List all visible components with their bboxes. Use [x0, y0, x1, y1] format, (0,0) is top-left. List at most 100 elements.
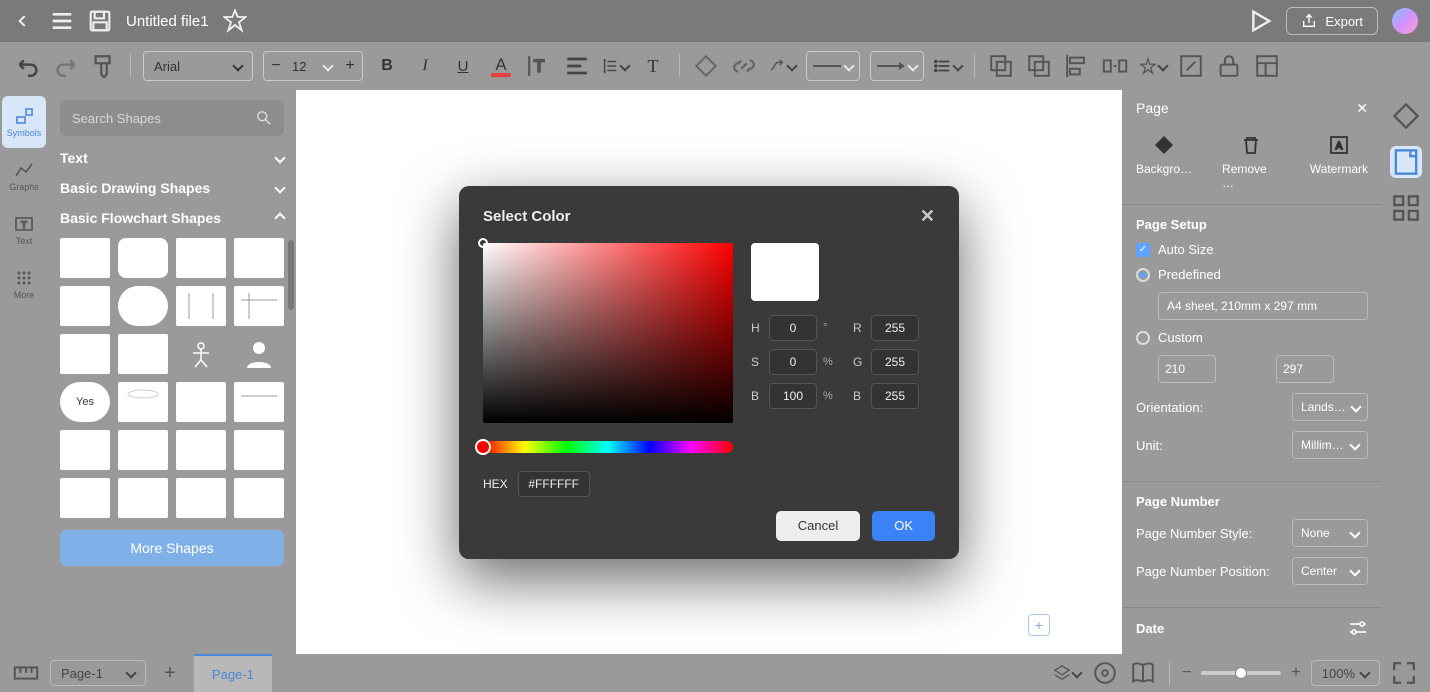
- custom-width-input[interactable]: [1158, 355, 1216, 383]
- shape-user[interactable]: [234, 334, 284, 374]
- r-input[interactable]: [871, 315, 919, 341]
- auto-size-row[interactable]: ✓ Auto Size: [1136, 242, 1368, 257]
- save-icon[interactable]: [88, 9, 112, 33]
- user-avatar[interactable]: [1392, 8, 1418, 34]
- text-tool-button[interactable]: T: [639, 52, 667, 80]
- favorite-star-icon[interactable]: [223, 9, 247, 33]
- unit-select[interactable]: Millim…: [1292, 431, 1368, 459]
- ruler-icon[interactable]: [12, 659, 40, 687]
- align-button[interactable]: [563, 52, 591, 80]
- effects-icon[interactable]: [1139, 52, 1167, 80]
- format-painter-icon[interactable]: [90, 52, 118, 80]
- shape-document[interactable]: [234, 238, 284, 278]
- font-size-value[interactable]: 12: [288, 59, 324, 74]
- pn-pos-select[interactable]: Center: [1292, 557, 1368, 585]
- bring-front-icon[interactable]: [987, 52, 1015, 80]
- auto-size-checkbox[interactable]: ✓: [1136, 243, 1150, 257]
- link-button[interactable]: [730, 52, 758, 80]
- zoom-slider[interactable]: [1201, 671, 1281, 675]
- shape-manual-input[interactable]: [176, 430, 226, 470]
- font-family-select[interactable]: Arial: [143, 51, 253, 81]
- zoom-thumb[interactable]: [1235, 667, 1247, 679]
- sidebar-tool-graphs[interactable]: Graphs: [2, 150, 46, 202]
- custom-row[interactable]: Custom: [1136, 330, 1368, 345]
- zoom-select[interactable]: 100%: [1311, 660, 1380, 686]
- edit-icon[interactable]: [1177, 52, 1205, 80]
- export-button[interactable]: Export: [1286, 7, 1378, 35]
- shape-parallelogram[interactable]: [60, 286, 110, 326]
- fill-button[interactable]: [692, 52, 720, 80]
- shape-stored-data[interactable]: [234, 382, 284, 422]
- font-size-decrease[interactable]: −: [264, 57, 288, 75]
- send-back-icon[interactable]: [1025, 52, 1053, 80]
- shape-person[interactable]: [176, 334, 226, 374]
- custom-radio[interactable]: [1136, 331, 1150, 345]
- search-shapes-input[interactable]: [60, 100, 284, 136]
- lock-icon[interactable]: [1215, 52, 1243, 80]
- shape-process[interactable]: [60, 238, 110, 278]
- play-icon[interactable]: [1248, 9, 1272, 33]
- settings-toggle-icon[interactable]: [1348, 620, 1368, 636]
- pn-style-select[interactable]: None: [1292, 519, 1368, 547]
- page-dropdown[interactable]: Page-1: [50, 660, 146, 686]
- rs-apps-icon[interactable]: [1390, 192, 1422, 224]
- shape-ellipse[interactable]: [60, 334, 110, 374]
- ok-button[interactable]: OK: [872, 511, 935, 541]
- sidebar-tool-more[interactable]: More: [2, 258, 46, 310]
- distribute-icon[interactable]: [1101, 52, 1129, 80]
- category-basic-flowchart[interactable]: Basic Flowchart Shapes: [60, 210, 284, 226]
- search-input[interactable]: [72, 111, 248, 126]
- shape-tape[interactable]: [60, 478, 110, 518]
- hex-input[interactable]: [518, 471, 590, 497]
- shape-internal-storage[interactable]: [234, 286, 284, 326]
- page-layout-icon[interactable]: [1253, 52, 1281, 80]
- more-shapes-button[interactable]: More Shapes: [60, 530, 284, 566]
- line-spacing-button[interactable]: [601, 52, 629, 80]
- hue-slider[interactable]: [483, 441, 733, 453]
- list-button[interactable]: [934, 52, 962, 80]
- cancel-button[interactable]: Cancel: [776, 511, 860, 541]
- v-input[interactable]: [769, 383, 817, 409]
- shape-decision[interactable]: [176, 238, 226, 278]
- shape-offpage[interactable]: [234, 430, 284, 470]
- font-size-increase[interactable]: +: [338, 57, 362, 75]
- add-page-tab-button[interactable]: +: [156, 659, 184, 687]
- text-vertical-button[interactable]: T: [525, 52, 553, 80]
- g-input[interactable]: [871, 349, 919, 375]
- tab-background[interactable]: Backgro…: [1136, 134, 1192, 190]
- focus-icon[interactable]: [1091, 659, 1119, 687]
- font-color-button[interactable]: A: [487, 52, 515, 80]
- underline-button[interactable]: U: [449, 52, 477, 80]
- bold-button[interactable]: B: [373, 52, 401, 80]
- tab-watermark[interactable]: A Watermark: [1310, 134, 1368, 190]
- page-tab-1[interactable]: Page-1: [194, 654, 272, 692]
- arrow-style-select[interactable]: [870, 51, 924, 81]
- saturation-value-picker[interactable]: [483, 243, 733, 423]
- undo-button[interactable]: [14, 52, 42, 80]
- shape-predefined-process[interactable]: [176, 286, 226, 326]
- shape-delay[interactable]: [118, 478, 168, 518]
- align-left-icon[interactable]: [1063, 52, 1091, 80]
- shape-rounded-rect[interactable]: [118, 238, 168, 278]
- h-input[interactable]: [769, 315, 817, 341]
- rs-page-icon[interactable]: [1390, 146, 1422, 178]
- layers-icon[interactable]: [1053, 659, 1081, 687]
- b-input[interactable]: [871, 383, 919, 409]
- shape-display[interactable]: [176, 478, 226, 518]
- shapes-scrollbar[interactable]: [288, 240, 294, 310]
- predefined-size-select[interactable]: A4 sheet, 210mm x 297 mm: [1158, 292, 1368, 320]
- shape-manual-op[interactable]: [234, 478, 284, 518]
- modal-close-icon[interactable]: ✕: [920, 206, 935, 227]
- zoom-in-button[interactable]: +: [1291, 664, 1300, 682]
- menu-button[interactable]: [50, 9, 74, 33]
- sv-cursor[interactable]: [478, 238, 488, 248]
- redo-button[interactable]: [52, 52, 80, 80]
- tab-remove-background[interactable]: Remove …: [1222, 134, 1280, 190]
- close-icon[interactable]: ✕: [1356, 100, 1368, 117]
- category-text[interactable]: Text: [60, 150, 284, 166]
- fullscreen-icon[interactable]: [1390, 659, 1418, 687]
- shape-circle[interactable]: [118, 334, 168, 374]
- shape-direct-data[interactable]: [118, 430, 168, 470]
- shape-card[interactable]: [176, 382, 226, 422]
- custom-height-input[interactable]: [1276, 355, 1334, 383]
